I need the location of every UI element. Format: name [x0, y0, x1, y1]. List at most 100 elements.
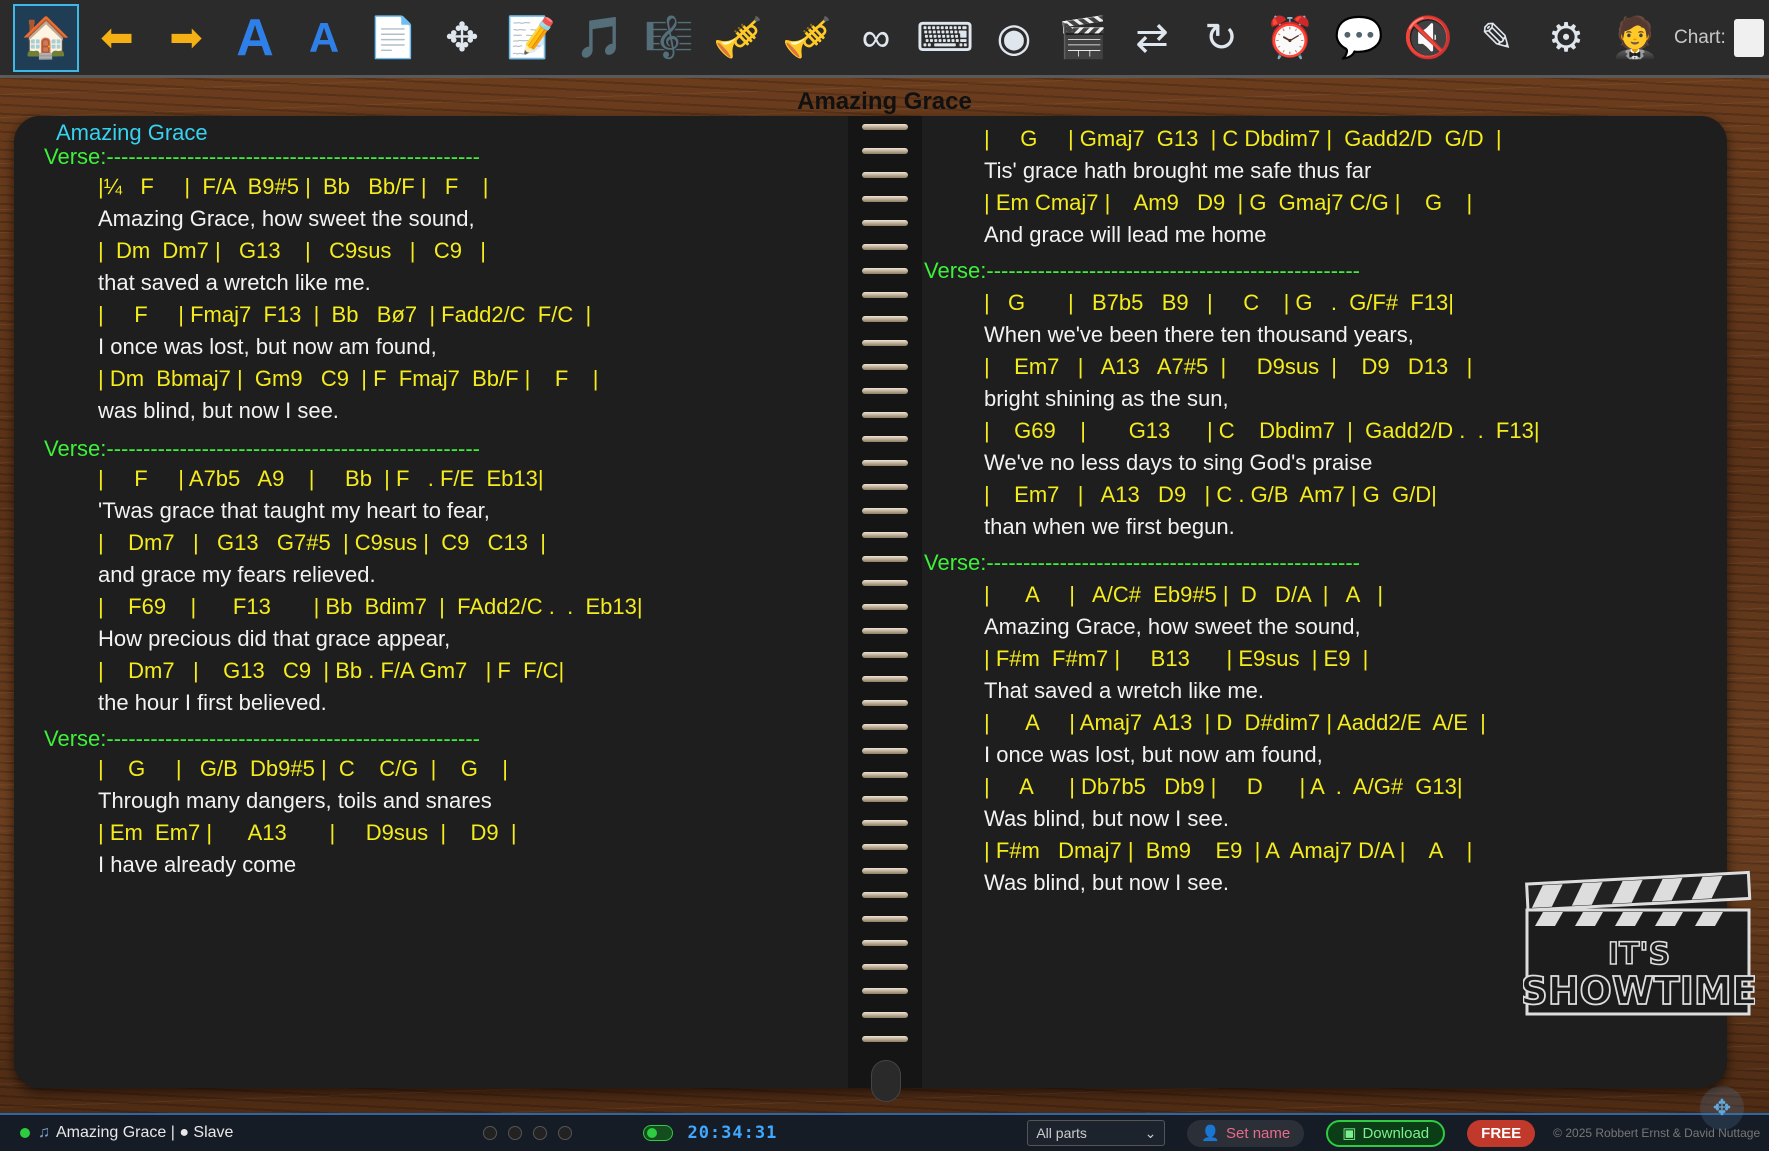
lyric-line: Amazing Grace, how sweet the sound, — [98, 206, 475, 231]
lyric-line: I have already come — [98, 852, 297, 877]
chord-line: | Dm Bbmaj7 | Gm9 C9 | F Fmaj7 Bb/F | F … — [98, 366, 599, 391]
binding-ring — [862, 796, 908, 802]
binding-ring — [862, 628, 908, 634]
section-header: Verse:----------------------------------… — [924, 258, 1361, 283]
chart-select[interactable] — [1733, 18, 1764, 57]
color-wheel-button[interactable]: ◉ — [983, 7, 1045, 69]
binding-ring — [862, 508, 908, 514]
font-smaller-button[interactable]: A — [293, 7, 355, 69]
binding-ring — [862, 580, 908, 586]
font-smaller-icon: A — [308, 13, 340, 61]
showtime-clapper-icon[interactable]: IT'S SHOWTIME — [1523, 868, 1755, 1018]
transpose-button[interactable]: 🎼 — [638, 7, 700, 69]
lyric-line: bright shining as the sun, — [984, 386, 1229, 411]
bb-instrument-button[interactable]: 🎺 — [776, 7, 838, 69]
alarm-icon: ⏰ — [1265, 15, 1315, 60]
alarm-button[interactable]: ⏰ — [1259, 7, 1321, 69]
edit-notes-button[interactable]: 📝 — [500, 7, 562, 69]
binding-ring — [862, 820, 908, 826]
chord-line: | G | G/B Db9#5 | C C/G | G | — [98, 756, 509, 781]
section-header: Verse:----------------------------------… — [44, 726, 481, 751]
toolbar: 🏠 ⬅ ➡ A A 📄 ✥ 📝 🎵 🎼 🎺 🎺 ∞ ⌨ ◉ 🎬 ⇄ ↻ ⏰ 💬 🔇 ✎ ⚙ 🤵 Chart: — [0, 0, 1769, 78]
section-header: Verse:----------------------------------… — [44, 144, 481, 169]
binding-ring — [862, 412, 908, 418]
repeat-button[interactable]: ⇄ — [1121, 7, 1183, 69]
parts-select[interactable]: All parts ⌄ — [1027, 1120, 1166, 1146]
home-icon: 🏠 — [21, 15, 71, 60]
home-button[interactable]: 🏠 — [13, 3, 79, 72]
binding-ring — [862, 148, 908, 154]
chord-line: | Em Em7 | A13 | D9sus | D9 | — [98, 820, 517, 845]
eb-instrument-button[interactable]: 🎺 — [707, 7, 769, 69]
document-icon: 📄 — [368, 15, 418, 60]
settings-button[interactable]: ⚙ — [1535, 7, 1597, 69]
forward-button[interactable]: ➡ — [155, 7, 217, 69]
download-label: Download — [1362, 1124, 1430, 1142]
binding-ring — [862, 748, 908, 754]
showtime-line1: IT'S — [1608, 937, 1670, 972]
mute-button[interactable]: 🔇 — [1397, 7, 1459, 69]
page-turn-handle[interactable] — [871, 1060, 901, 1102]
clapper-button[interactable]: 🎬 — [1052, 7, 1114, 69]
song-status: Amazing Grace | ● Slave — [56, 1124, 234, 1141]
document-button[interactable]: 📄 — [362, 7, 424, 69]
page-dot[interactable] — [508, 1126, 523, 1140]
lyric-line: was blind, but now I see. — [98, 398, 339, 423]
binding-ring — [862, 772, 908, 778]
binding-ring — [862, 340, 908, 346]
pencil-button[interactable]: ✎ — [1466, 7, 1528, 69]
chord-line: | Em7 | A13 D9 | C . G/B Am7 | G G/D| — [984, 482, 1437, 507]
chord-line: | G69 | G13 | C Dbdim7 | Gadd2/D . . F13… — [984, 418, 1540, 443]
chord-line: | Dm7 | G13 G7#5 | C9sus | C9 C13 | — [98, 530, 546, 555]
bb-instrument-icon: 🎺 — [782, 15, 832, 60]
chat-button[interactable]: 💬 — [1328, 7, 1390, 69]
binding-ring — [862, 604, 908, 610]
lyric-line: and grace my fears relieved. — [98, 562, 376, 587]
font-larger-button[interactable]: A — [224, 7, 286, 69]
chord-line: | Em Cmaj7 | Am9 D9 | G Gmaj7 C/G | G | — [984, 190, 1473, 215]
autoscroll-toggle[interactable] — [643, 1125, 674, 1141]
fullscreen-button[interactable]: ✥ — [431, 7, 493, 69]
chord-line: | G | Gmaj7 G13 | C Dbdim7 | Gadd2/D G/D… — [984, 126, 1502, 151]
chord-line: | Dm Dm7 | G13 | C9sus | C9 | — [98, 238, 486, 263]
download-button[interactable]: ▣ Download — [1326, 1119, 1446, 1147]
free-badge[interactable]: FREE — [1467, 1119, 1536, 1147]
meta-button[interactable]: ∞ — [845, 7, 907, 69]
chevron-down-icon: ⌄ — [1144, 1124, 1157, 1141]
lyric-line: Was blind, but now I see. — [984, 870, 1229, 895]
avatar-button[interactable]: 🤵 — [1604, 7, 1666, 69]
page-dot[interactable] — [483, 1126, 498, 1140]
binding-ring — [862, 532, 908, 538]
chord-line: | F#m F#m7 | B13 | E9sus | E9 | — [984, 646, 1369, 671]
move-icon[interactable]: ✥ — [1700, 1086, 1744, 1130]
rotate-button[interactable]: ↻ — [1190, 7, 1252, 69]
keyboard-button[interactable]: ⌨ — [914, 7, 976, 69]
binding-ring — [862, 268, 908, 274]
section-header: Verse:----------------------------------… — [924, 550, 1361, 575]
binding-ring — [862, 460, 908, 466]
lyric-line: When we've been there ten thousand years… — [984, 322, 1414, 347]
binding-ring — [862, 844, 908, 850]
set-name-label: Set name — [1226, 1124, 1291, 1142]
music-note-button[interactable]: 🎵 — [569, 7, 631, 69]
binding-ring — [862, 244, 908, 250]
binding-ring — [862, 724, 908, 730]
binding-ring — [862, 436, 908, 442]
binding-ring — [862, 292, 908, 298]
binding-ring — [862, 676, 908, 682]
binding-ring — [862, 940, 908, 946]
connection-status-icon — [20, 1128, 30, 1138]
binding-ring — [862, 868, 908, 874]
page-dot[interactable] — [558, 1126, 573, 1140]
set-name-button[interactable]: 👤 Set name — [1187, 1119, 1305, 1147]
chord-line: | F69 | F13 | Bb Bdim7 | FAdd2/C . . Eb1… — [98, 594, 643, 619]
page-title: Amazing Grace — [797, 88, 972, 115]
chat-icon: 💬 — [1334, 15, 1384, 60]
chord-line: | F#m Dmaj7 | Bm9 E9 | A Amaj7 D/A | A | — [984, 838, 1473, 863]
page-indicator — [483, 1126, 583, 1140]
settings-icon: ⚙ — [1548, 15, 1584, 60]
binding-ring — [862, 700, 908, 706]
page-dot[interactable] — [533, 1126, 548, 1140]
back-button[interactable]: ⬅ — [86, 7, 148, 69]
clock: 20:34:31 — [687, 1123, 778, 1143]
